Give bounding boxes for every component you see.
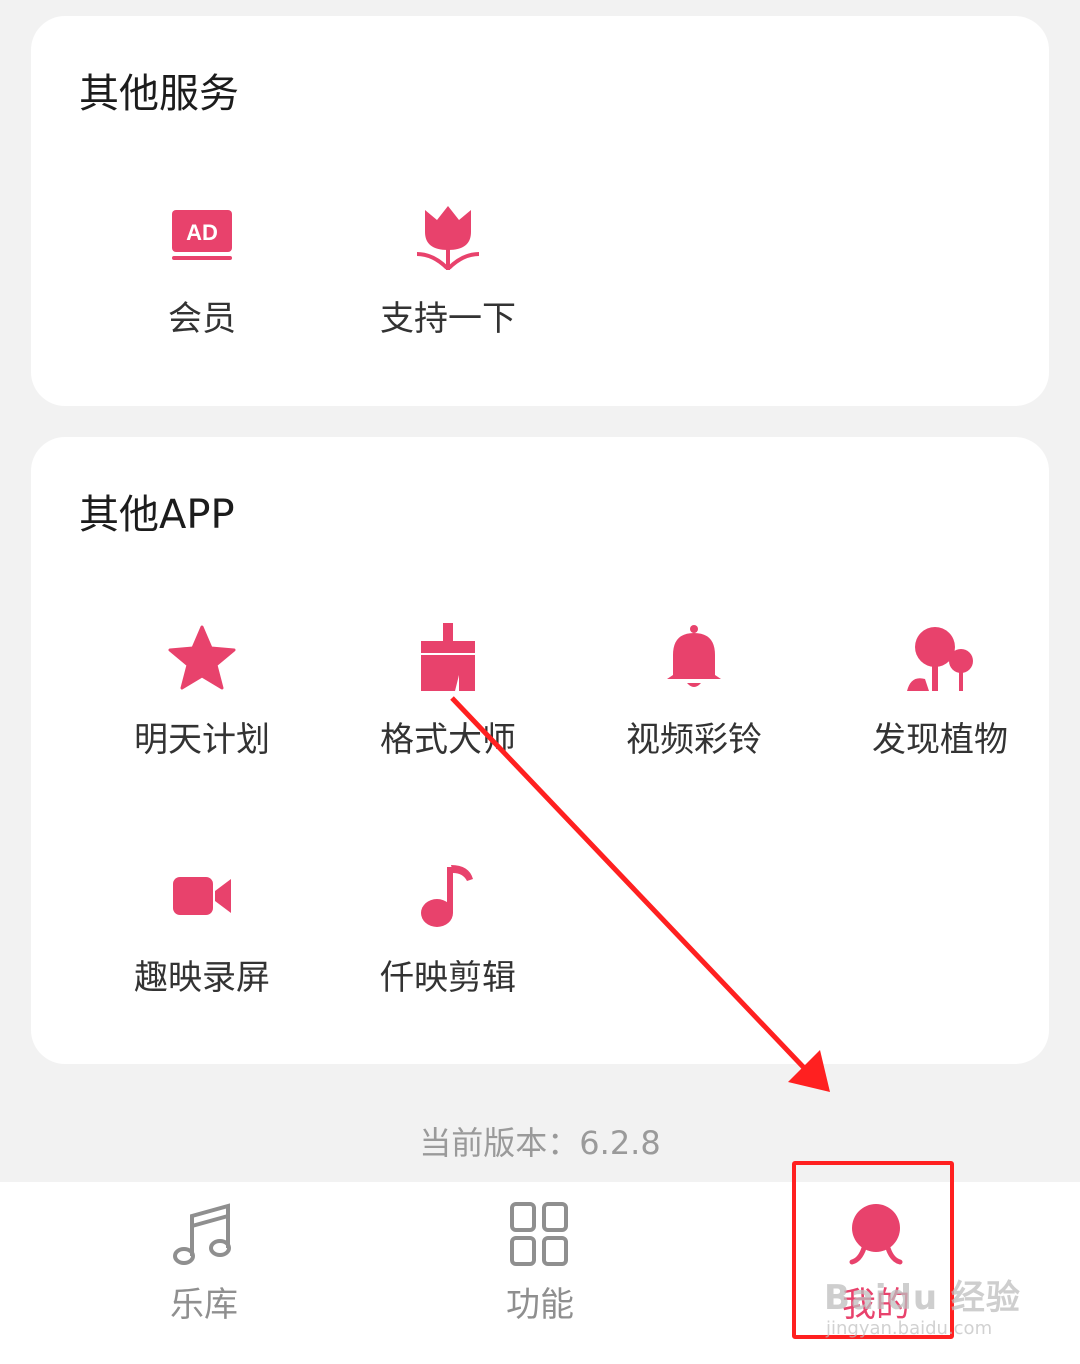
music-note-icon bbox=[413, 861, 483, 931]
service-label: 会员 bbox=[168, 299, 236, 339]
app-label: 发现植物 bbox=[872, 720, 1008, 760]
nav-item-library[interactable]: 乐库 bbox=[24, 1182, 384, 1364]
broom-icon bbox=[413, 623, 483, 693]
video-camera-icon bbox=[167, 861, 237, 931]
app-label: 格式大师 bbox=[380, 720, 516, 760]
other-services-card: 其他服务 AD 会员 支持一下 bbox=[31, 16, 1049, 406]
app-tile-tomorrow-plan[interactable]: 明天计划 bbox=[79, 623, 325, 793]
app-tile-screen-recorder[interactable]: 趣映录屏 bbox=[79, 861, 325, 1031]
service-label: 支持一下 bbox=[380, 299, 516, 339]
nav-item-functions[interactable]: 功能 bbox=[360, 1182, 720, 1364]
music-notes-icon bbox=[168, 1198, 240, 1270]
app-tile-video-editor[interactable]: 仟映剪辑 bbox=[325, 861, 571, 1031]
app-label: 明天计划 bbox=[134, 720, 270, 760]
app-tile-video-ringtone[interactable]: 视频彩铃 bbox=[571, 623, 817, 793]
other-apps-card: 其他APP 明天计划 格式大师 视频彩铃 发现植物 趣映录屏 仟映剪辑 bbox=[31, 437, 1049, 1064]
baidu-watermark-url: jingyan.baidu.com bbox=[826, 1318, 993, 1339]
other-apps-title: 其他APP bbox=[79, 492, 235, 538]
grid-icon bbox=[504, 1198, 576, 1270]
bell-icon bbox=[659, 623, 729, 693]
service-tile-support[interactable]: 支持一下 bbox=[325, 202, 571, 372]
tulip-icon bbox=[413, 202, 483, 272]
star-icon bbox=[167, 623, 237, 693]
service-tile-membership[interactable]: AD 会员 bbox=[79, 202, 325, 372]
ad-icon: AD bbox=[167, 202, 237, 272]
app-label: 仟映剪辑 bbox=[380, 958, 516, 998]
nav-label: 功能 bbox=[506, 1285, 574, 1325]
app-tile-discover-plants[interactable]: 发现植物 bbox=[817, 623, 1063, 793]
other-services-title: 其他服务 bbox=[79, 71, 239, 117]
svg-text:AD: AD bbox=[186, 220, 218, 245]
version-text: 当前版本：6.2.8 bbox=[419, 1124, 661, 1162]
baidu-watermark: Baidu 经验 bbox=[824, 1278, 1021, 1318]
app-label: 趣映录屏 bbox=[134, 958, 270, 998]
app-tile-format-master[interactable]: 格式大师 bbox=[325, 623, 571, 793]
nav-label: 乐库 bbox=[170, 1285, 238, 1325]
tree-icon bbox=[905, 623, 975, 693]
app-label: 视频彩铃 bbox=[626, 720, 762, 760]
